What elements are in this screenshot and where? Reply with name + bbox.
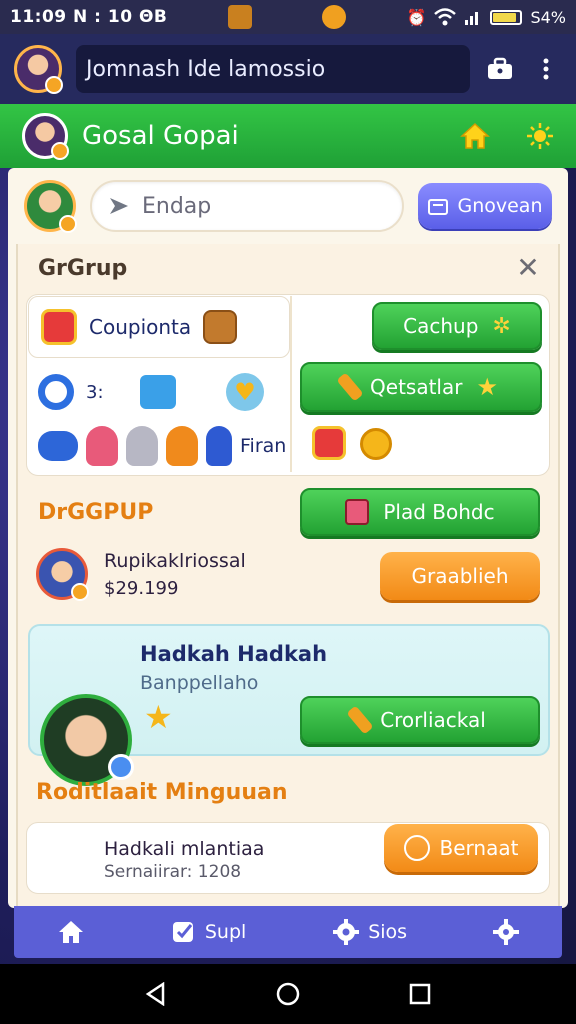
cachup-button[interactable]: Cachup ✲ xyxy=(372,302,542,350)
home-circle-icon[interactable] xyxy=(276,982,300,1006)
nav-supl[interactable]: Supl xyxy=(171,919,246,945)
plad-bohdc-button[interactable]: Plad Bohdc xyxy=(300,488,540,536)
search-input[interactable]: Endap xyxy=(90,180,404,232)
highlight-name: Hadkah Hadkah xyxy=(140,642,328,666)
toolbox-icon xyxy=(488,57,512,79)
nav-sios[interactable]: Sios xyxy=(332,918,407,946)
top-app-bar: Jomnash Ide lamossio xyxy=(0,34,576,104)
gift-icon xyxy=(41,309,77,345)
app-title-field[interactable]: Jomnash Ide lamossio xyxy=(76,45,470,93)
more-vert-icon xyxy=(543,58,549,80)
qetsatlar-label: Qetsatlar xyxy=(370,375,463,399)
rupik-name: Rupikaklriossal xyxy=(104,550,246,572)
nav-supl-label: Supl xyxy=(204,921,247,943)
highlight-avatar[interactable] xyxy=(40,694,134,786)
search-row: Endap Gnovean xyxy=(24,174,552,238)
flame-icon xyxy=(403,835,430,861)
recents-icon[interactable] xyxy=(409,983,431,1005)
group-title: Gosal Gopai xyxy=(82,121,239,151)
plad-bohdc-label: Plad Bohdc xyxy=(383,500,495,524)
battery-icon xyxy=(490,9,523,25)
featured-meta: Sernaiirar: 1208 xyxy=(104,862,242,882)
group-avatar[interactable] xyxy=(22,113,69,160)
status-bar: 11:09 N : 10 ΘΒ ⏰ S4% xyxy=(0,0,576,34)
rupik-avatar[interactable] xyxy=(36,548,89,601)
alarm-icon: ⏰ xyxy=(406,7,427,27)
gift-box-icon xyxy=(312,426,346,460)
graablieh-label: Graablieh xyxy=(411,564,509,588)
system-nav-bar xyxy=(0,964,576,1024)
friend-avatar-4[interactable] xyxy=(206,426,232,466)
nav-home[interactable] xyxy=(57,919,85,945)
sparkle-icon: ✲ xyxy=(492,313,511,339)
battery-percent: S4% xyxy=(530,7,566,27)
group-section-title: GrGrup xyxy=(38,256,128,281)
candle-icon xyxy=(346,705,374,735)
crorliackal-label: Crorliackal xyxy=(380,708,486,732)
nav-settings[interactable] xyxy=(493,919,519,945)
bernaat-label: Bernaat xyxy=(439,836,519,860)
verified-badge-icon xyxy=(71,583,89,601)
bernaat-button[interactable]: Bernaat xyxy=(384,824,538,872)
close-icon[interactable]: ✕ xyxy=(514,254,542,282)
more-menu-button[interactable] xyxy=(530,53,562,85)
check-badge-icon xyxy=(172,922,193,942)
nav-sios-label: Sios xyxy=(368,921,408,943)
home-icon xyxy=(58,921,83,943)
featured-title: Roditlaait Minguuan xyxy=(36,780,288,805)
drgroup-title: DrGGPUP xyxy=(38,500,154,525)
sun-icon[interactable] xyxy=(526,122,554,150)
gnovean-label: Gnovean xyxy=(457,195,543,217)
bottom-nav: Supl Sios xyxy=(14,906,562,958)
chest-icon xyxy=(345,499,370,525)
divider xyxy=(290,296,292,472)
friend-label: Firan xyxy=(240,435,287,457)
status-time: 11:09 N : 10 ΘΒ xyxy=(10,7,168,27)
friends-row: Firan xyxy=(38,424,288,468)
search-placeholder: Endap xyxy=(142,193,212,219)
folder-icon xyxy=(428,199,449,215)
gear-icon xyxy=(333,919,360,945)
cachup-label: Cachup xyxy=(403,314,479,338)
group-header: Gosal Gopai xyxy=(0,104,576,168)
cog-icon xyxy=(493,919,519,945)
verified-badge-icon xyxy=(51,142,69,160)
coins-icon xyxy=(360,428,392,460)
verified-badge-icon xyxy=(45,76,63,94)
crorliackal-button[interactable]: Crorliackal xyxy=(300,696,540,744)
crate-icon xyxy=(203,310,238,344)
coupon-tile[interactable]: Coupionta xyxy=(28,296,290,358)
coupon-label: Coupionta xyxy=(89,315,192,339)
rupik-price: $29.199 xyxy=(104,578,179,599)
home-icon[interactable] xyxy=(460,122,490,150)
star-icon: ★ xyxy=(476,373,498,401)
wifi-icon xyxy=(434,8,457,26)
friend-avatar-2[interactable] xyxy=(126,426,158,466)
gem-icon xyxy=(321,5,346,29)
back-icon[interactable] xyxy=(145,982,167,1006)
toolbox-button[interactable] xyxy=(484,53,516,85)
graablieh-button[interactable]: Graablieh xyxy=(380,552,540,600)
star-icon: ★ xyxy=(144,698,173,736)
gnovean-button[interactable]: Gnovean xyxy=(418,183,552,229)
crate-icon xyxy=(227,5,252,29)
currency-row: 3: ♥ xyxy=(38,372,288,412)
heart-icon: ♥ xyxy=(226,373,264,411)
berries-icon xyxy=(38,431,78,461)
player-avatar[interactable] xyxy=(24,180,77,233)
verified-badge-icon xyxy=(59,215,77,233)
candle-icon xyxy=(336,372,364,402)
qetsatlar-button[interactable]: Qetsatlar ★ xyxy=(300,362,542,412)
arrow-pointer-icon xyxy=(110,198,128,214)
signal-icon xyxy=(465,12,479,25)
currency-counter: 3: xyxy=(86,381,104,403)
ring-icon xyxy=(38,374,74,410)
verified-badge-icon xyxy=(108,754,134,780)
highlight-subtitle: Banppellaho xyxy=(140,672,259,694)
featured-name: Hadkali mlantiaa xyxy=(104,838,265,860)
wave-icon xyxy=(140,375,176,409)
friend-avatar-1[interactable] xyxy=(86,426,118,466)
friend-avatar-3[interactable] xyxy=(166,426,198,466)
user-avatar[interactable] xyxy=(14,45,63,94)
